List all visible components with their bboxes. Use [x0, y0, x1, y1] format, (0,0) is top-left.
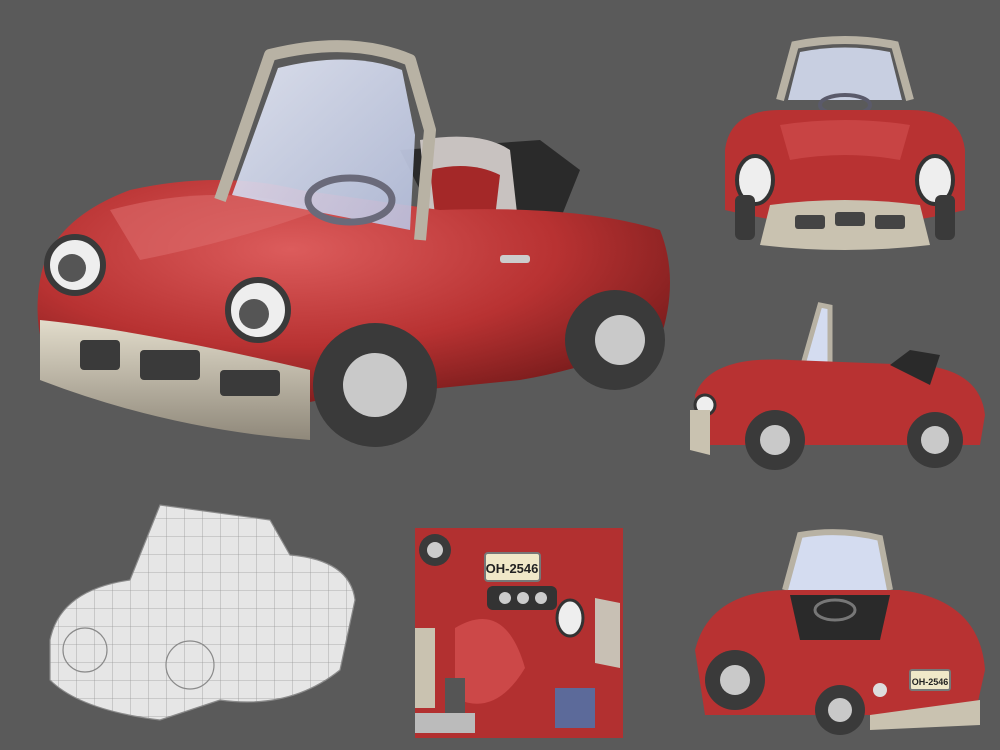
side-view-render: [690, 295, 990, 470]
rear-hubcap: [595, 315, 645, 365]
texture-hubcap: [427, 542, 443, 558]
texture-plate-text: OH-2546: [486, 561, 539, 576]
grille-right: [220, 370, 280, 396]
door-handle: [500, 255, 530, 263]
rear-view-front-hubcap: [720, 665, 750, 695]
rear-windshield: [782, 529, 893, 591]
rear-plate-text: OH-2546: [912, 677, 949, 687]
texture-bumper-piece: [415, 713, 475, 733]
texture-seat-piece: [595, 598, 620, 668]
front-grille-left: [795, 215, 825, 229]
rear-tail-light: [873, 683, 887, 697]
right-headlight-lens: [239, 299, 269, 329]
front-hubcap: [343, 353, 407, 417]
grille-left: [80, 340, 120, 370]
front-view-render: [720, 36, 970, 255]
rear-view-render: OH-2546: [690, 529, 990, 735]
texture-gauge-3: [535, 592, 547, 604]
side-front-hubcap: [760, 425, 790, 455]
front-windshield-glass: [788, 47, 902, 100]
texture-gauge-1: [499, 592, 511, 604]
wireframe-render: [40, 500, 370, 725]
front-right-tire: [935, 195, 955, 240]
texture-gauge-2: [517, 592, 529, 604]
left-headlight-lens: [58, 254, 86, 282]
front-grille-center: [835, 212, 865, 226]
texture-grille-piece: [445, 678, 465, 718]
texture-glass-piece: [555, 688, 595, 728]
texture-chrome-piece: [415, 628, 435, 708]
hero-car-render: [20, 40, 690, 450]
front-left-tire: [735, 195, 755, 240]
grille-center: [140, 350, 200, 380]
front-hood-highlight: [780, 120, 910, 160]
rear-view-rear-hubcap: [828, 698, 852, 722]
texture-atlas: OH-2546: [415, 528, 623, 738]
front-grille-right: [875, 215, 905, 229]
texture-headlight: [555, 598, 585, 638]
side-front-bumper: [690, 410, 710, 455]
side-rear-hubcap: [921, 426, 949, 454]
wireframe-mesh: [50, 505, 355, 720]
